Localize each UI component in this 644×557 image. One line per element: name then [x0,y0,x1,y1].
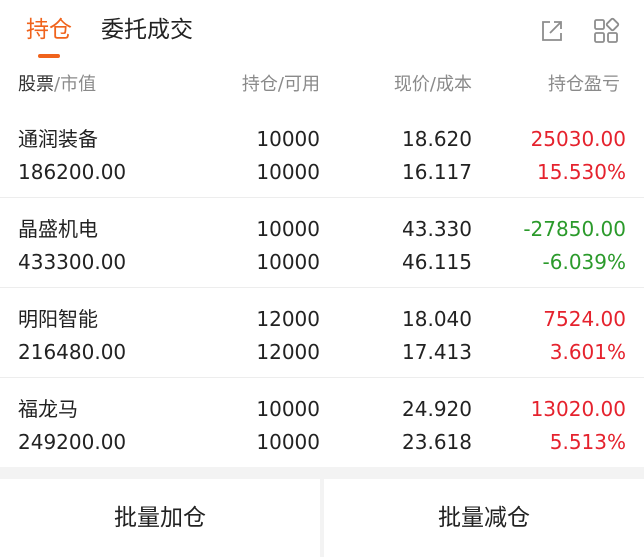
market-value: 249200.00 [18,430,127,454]
column-header-position-main: 持仓 [241,74,278,95]
table-row[interactable]: 晶盛机电 433300.00 10000 10000 43.330 46.115… [0,198,644,288]
cost-price: 23.618 [402,430,472,454]
profit-amount: -27850.00 [523,217,626,241]
stock-name: 福龙马 [18,397,78,421]
stock-name: 晶盛机电 [18,217,98,241]
holdings-panel: 持仓 委托成交 股票/市值 持仓/可用 现价/成本 持仓盈亏 通润装备 1862… [0,0,644,467]
profit-percent: 15.530% [537,160,626,184]
profit-amount: 25030.00 [530,127,626,151]
profit-amount: 7524.00 [543,307,626,331]
position-qty: 10000 [256,397,320,421]
column-header-stock[interactable]: 股票/市值 [18,70,96,100]
available-qty: 10000 [256,430,320,454]
profit-percent: 5.513% [549,430,626,454]
table-row[interactable]: 福龙马 249200.00 10000 10000 24.920 23.618 … [0,378,644,468]
market-value: 186200.00 [18,160,127,184]
bottom-action-bar: 批量加仓 批量减仓 [0,479,644,557]
profit-percent: -6.039% [542,250,626,274]
profit-amount: 13020.00 [530,397,626,421]
available-qty: 12000 [256,340,320,364]
cost-price: 46.115 [402,250,472,274]
cost-price: 16.117 [402,160,472,184]
column-header-position[interactable]: 持仓/可用 [200,70,320,100]
tab-bar: 持仓 委托成交 [0,0,644,62]
market-value: 216480.00 [18,340,127,364]
column-header-price-sub: /成本 [429,74,472,95]
batch-add-button[interactable]: 批量加仓 [0,479,320,557]
position-qty: 12000 [256,307,320,331]
profit-percent: 3.601% [549,340,626,364]
column-header-profit[interactable]: 持仓盈亏 [548,70,644,100]
current-price: 18.620 [402,127,472,151]
current-price: 24.920 [402,397,472,421]
column-header-stock-sub: /市值 [54,74,97,95]
batch-reduce-button[interactable]: 批量减仓 [324,479,644,557]
column-header-stock-main: 股票 [18,74,54,95]
grid-icon[interactable] [592,17,620,45]
external-link-icon[interactable] [538,17,566,45]
column-header-price[interactable]: 现价/成本 [350,70,472,100]
available-qty: 10000 [256,250,320,274]
table-row[interactable]: 通润装备 186200.00 10000 10000 18.620 16.117… [0,108,644,198]
tab-orders-trades[interactable]: 委托成交 [101,14,193,46]
column-header-position-sub: /可用 [277,74,320,95]
current-price: 18.040 [402,307,472,331]
market-value: 433300.00 [18,250,127,274]
stock-name: 通润装备 [18,127,98,151]
column-header-profit-main: 持仓盈亏 [548,74,620,95]
position-qty: 10000 [256,217,320,241]
column-header-price-main: 现价 [393,74,430,95]
stock-name: 明阳智能 [18,307,98,331]
available-qty: 10000 [256,160,320,184]
table-row[interactable]: 明阳智能 216480.00 12000 12000 18.040 17.413… [0,288,644,378]
current-price: 43.330 [402,217,472,241]
cost-price: 17.413 [402,340,472,364]
active-tab-indicator [38,54,60,58]
tab-holdings[interactable]: 持仓 [26,14,72,46]
position-qty: 10000 [256,127,320,151]
